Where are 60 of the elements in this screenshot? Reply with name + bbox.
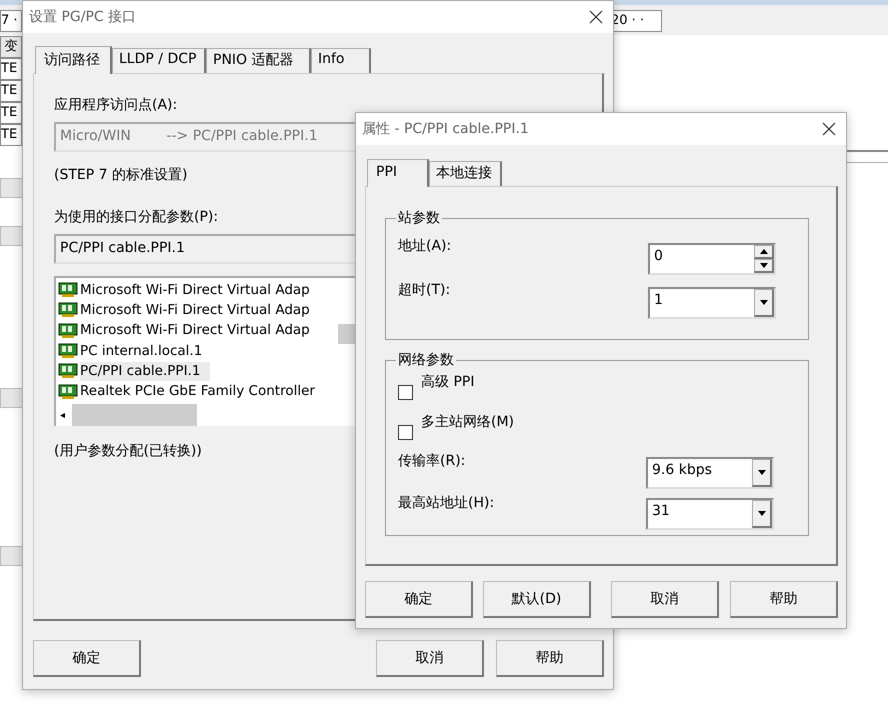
network-card-icon xyxy=(58,282,78,298)
tab[interactable]: PPI xyxy=(367,159,429,187)
field-label: 地址(A): xyxy=(398,237,452,255)
window-title: 设置 PG/PC 接口 xyxy=(29,8,136,26)
list-item[interactable]: Microsoft Wi-Fi Direct Virtual Adap xyxy=(80,321,310,340)
dropdown-arrow-icon[interactable] xyxy=(758,470,766,475)
list-item[interactable]: PC/PPI cable.PPI.1 xyxy=(80,362,210,381)
network-card-icon xyxy=(58,384,78,400)
field-label: 最高站地址(H): xyxy=(398,494,494,512)
address-spin-field[interactable]: 0 xyxy=(648,243,776,275)
note-text: (STEP 7 的标准设置) xyxy=(54,166,188,184)
network-card-icon xyxy=(58,322,78,339)
field-label: 应用程序访问点(A): xyxy=(54,96,178,114)
note-text: (用户参数分配(已转换)) xyxy=(54,442,202,460)
checkbox-label[interactable]: 高级 PPI xyxy=(421,373,474,391)
table-cell: TE xyxy=(0,80,22,102)
tab[interactable]: 本地连接 xyxy=(429,161,502,186)
close-icon[interactable] xyxy=(589,10,603,24)
interface-list[interactable]: Microsoft Wi-Fi Direct Virtual Adap Microsoft Wi-Fi Direct Virtual Adap Microsoft Wi-Fi Direct Virtual Adap PC internal.local.1 PC/PPI cable.PPI.1 Realtek PCIe GbE Family Controller xyxy=(54,276,356,426)
scroll-left-icon[interactable] xyxy=(60,412,68,418)
list-item[interactable]: PC internal.local.1 xyxy=(80,342,202,361)
highest-address-dropdown[interactable]: 31 xyxy=(646,498,774,530)
baud-rate-dropdown[interactable]: 9.6 kbps xyxy=(646,456,774,489)
table-cell: TE xyxy=(0,124,22,146)
tab[interactable]: PNIO 适配器 xyxy=(206,48,311,73)
field-label: 传输率(R): xyxy=(398,452,466,470)
tab[interactable]: 访问路径 xyxy=(35,46,112,74)
toolbar-field[interactable]: 7 · xyxy=(0,10,22,32)
group-title: 网络参数 xyxy=(396,351,456,369)
spin-up-icon[interactable] xyxy=(760,249,768,254)
cancel-button[interactable]: 取消 xyxy=(611,581,719,618)
list-item[interactable]: Microsoft Wi-Fi Direct Virtual Adap xyxy=(80,280,310,300)
checkbox-label[interactable]: 多主站网络(M) xyxy=(421,412,514,431)
window-title: 属性 - PC/PPI cable.PPI.1 xyxy=(362,120,529,138)
dropdown-arrow-icon[interactable] xyxy=(760,300,768,305)
checkbox[interactable] xyxy=(398,424,413,440)
cancel-button[interactable]: 取消 xyxy=(376,640,484,677)
dropdown-arrow-icon[interactable] xyxy=(758,511,766,516)
spin-down-icon[interactable] xyxy=(760,263,768,268)
ok-button[interactable]: 确定 xyxy=(365,581,473,618)
help-button[interactable]: 帮助 xyxy=(496,640,604,677)
list-item[interactable]: Realtek PCIe GbE Family Controller xyxy=(80,382,315,402)
timeout-dropdown[interactable]: 1 xyxy=(648,287,776,319)
table-cell: TE xyxy=(0,58,22,80)
field-label: 超时(T): xyxy=(398,281,450,299)
default-button[interactable]: 默认(D) xyxy=(483,581,591,618)
table-cell: TE xyxy=(0,102,22,124)
tab[interactable]: Info xyxy=(311,48,371,73)
field-label: 为使用的接口分配参数(P): xyxy=(54,208,218,226)
ok-button[interactable]: 确定 xyxy=(33,640,141,677)
list-item[interactable]: Microsoft Wi-Fi Direct Virtual Adap xyxy=(80,300,310,320)
group-title: 站参数 xyxy=(396,209,442,227)
help-button[interactable]: 帮助 xyxy=(730,581,838,618)
network-card-icon xyxy=(58,363,78,380)
close-icon[interactable] xyxy=(822,122,836,136)
checkbox[interactable] xyxy=(398,385,413,400)
tab[interactable]: LLDP / DCP xyxy=(112,48,206,73)
network-card-icon xyxy=(58,302,78,318)
column-header: 变 xyxy=(0,36,22,58)
network-card-icon xyxy=(58,343,78,360)
